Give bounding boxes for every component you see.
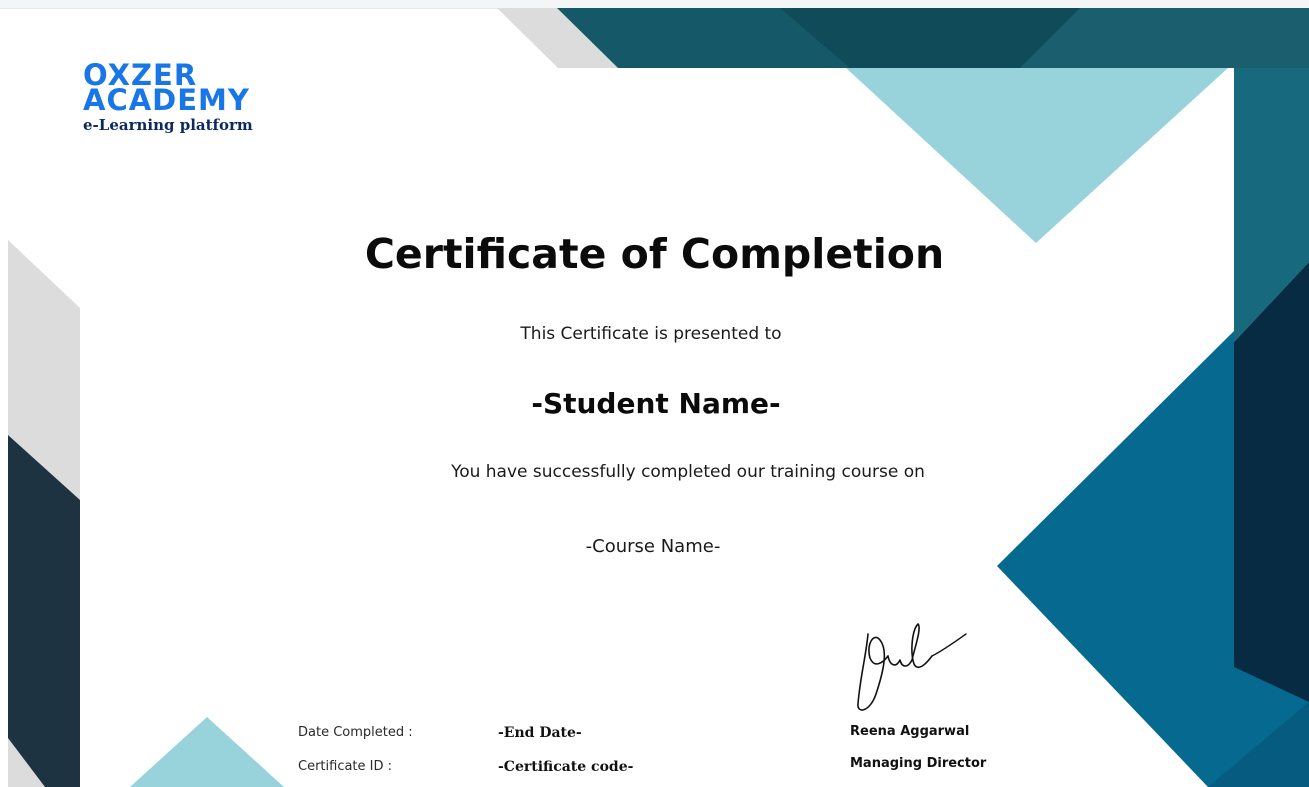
presented-to-text: This Certificate is presented to — [520, 324, 782, 344]
bottom-light-triangle — [130, 717, 284, 787]
signature-image — [857, 623, 967, 711]
certificate-title: Certificate of Completion — [364, 230, 945, 278]
signatory-name: Reena Aggarwal — [850, 724, 970, 739]
date-completed-label: Date Completed : — [298, 725, 413, 740]
academy-logo: OXZER ACADEMY e-Learning platform — [83, 61, 263, 135]
course-name: -Course Name- — [585, 536, 721, 557]
logo-line-2: ACADEMY — [83, 83, 250, 117]
student-name: -Student Name- — [531, 387, 781, 420]
certificate-id-value: -Certificate code- — [498, 759, 634, 775]
date-completed-value: -End Date- — [498, 725, 582, 741]
certificate-id-label: Certificate ID : — [298, 759, 393, 774]
certificate-canvas: OXZER ACADEMY e-Learning platform Certif… — [0, 0, 1309, 787]
top-light-triangle — [846, 68, 1228, 243]
logo-tagline: e-Learning platform — [83, 116, 253, 134]
signatory-role: Managing Director — [850, 756, 987, 771]
completion-text: You have successfully completed our trai… — [451, 462, 925, 482]
